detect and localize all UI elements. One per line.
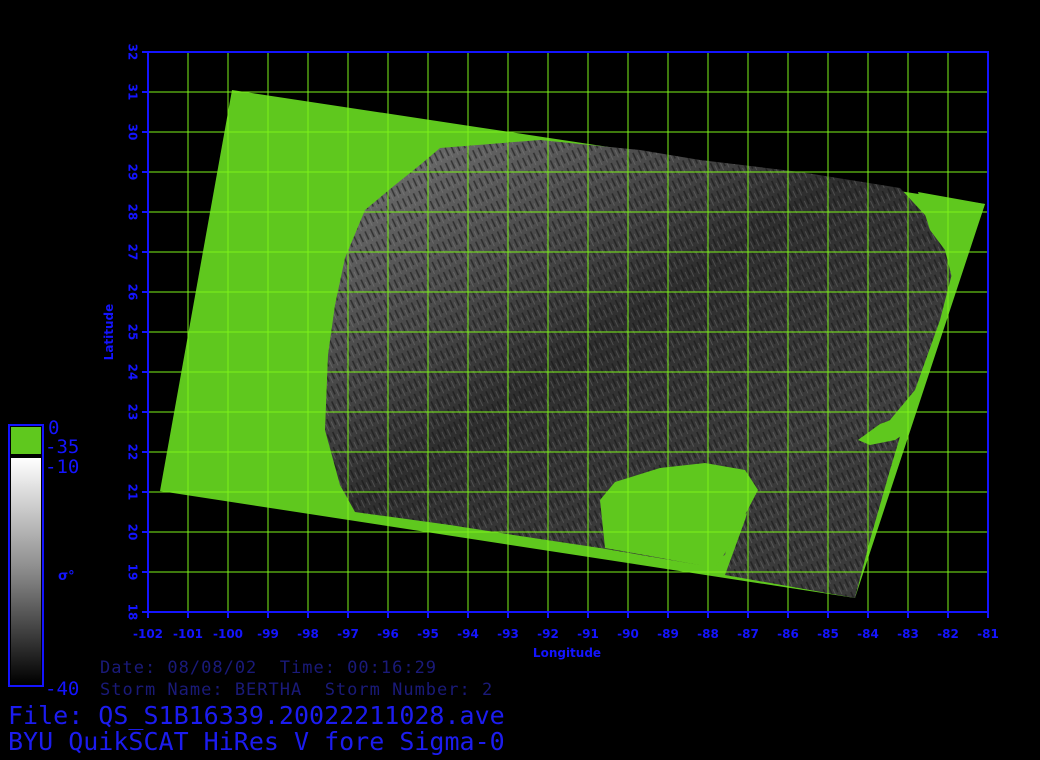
y-tick-label: 29: [126, 164, 140, 181]
y-tick-label: 18: [126, 604, 140, 621]
x-tick-label: -92: [537, 627, 559, 641]
x-axis-label: Longitude: [533, 646, 601, 660]
latitude-ticks: 18 19 20 21 22 23 24 25 26 27 28 29 30 31 32: [126, 44, 148, 621]
x-tick-label: -100: [213, 627, 243, 641]
colorbar: 0 -35 -10 -40 σ°: [8, 417, 79, 700]
x-tick-label: -86: [777, 627, 799, 641]
y-tick-label: 23: [126, 404, 140, 421]
x-tick-label: -83: [897, 627, 919, 641]
x-tick-label: -94: [457, 627, 479, 641]
file-name-line: File: QS_S1B16339.20022211028.ave: [8, 701, 505, 730]
product-line: BYU QuikSCAT HiRes V fore Sigma-0: [8, 727, 505, 756]
colorbar-label-35: -35: [45, 436, 79, 458]
x-tick-label: -88: [697, 627, 719, 641]
y-tick-label: 31: [126, 84, 140, 101]
x-tick-label: -93: [497, 627, 519, 641]
x-tick-label: -101: [173, 627, 203, 641]
colorbar-land-swatch: [11, 427, 41, 454]
colorbar-symbol: σ°: [58, 569, 75, 584]
x-tick-label: -81: [977, 627, 999, 641]
x-tick-label: -87: [737, 627, 759, 641]
colorbar-label-10: -10: [45, 456, 79, 478]
x-tick-label: -84: [857, 627, 879, 641]
x-tick-label: -85: [817, 627, 839, 641]
storm-line: Storm Name: BERTHA Storm Number: 2: [100, 680, 494, 700]
y-tick-label: 26: [126, 284, 140, 301]
x-tick-label: -91: [577, 627, 599, 641]
y-tick-label: 27: [126, 244, 140, 261]
y-tick-label: 32: [126, 44, 140, 61]
y-tick-label: 21: [126, 484, 140, 501]
y-tick-label: 19: [126, 564, 140, 581]
date-time-line: Date: 08/08/02 Time: 00:16:29: [100, 658, 438, 678]
x-tick-label: -90: [617, 627, 639, 641]
x-tick-label: -95: [417, 627, 439, 641]
x-tick-label: -98: [297, 627, 319, 641]
y-tick-label: 30: [126, 124, 140, 141]
x-tick-label: -97: [337, 627, 359, 641]
y-axis-label: Latitude: [102, 304, 116, 361]
colorbar-label-40: -40: [45, 678, 79, 700]
y-tick-label: 28: [126, 204, 140, 221]
y-tick-label: 24: [126, 364, 140, 381]
x-tick-label: -99: [257, 627, 279, 641]
sigma0-map: -102 -101 -100 -99 -98 -97 -96 -95 -94 -93 -92 -91 -…: [8, 44, 999, 700]
x-tick-label: -89: [657, 627, 679, 641]
x-tick-label: -96: [377, 627, 399, 641]
x-tick-label: -82: [937, 627, 959, 641]
y-tick-label: 20: [126, 524, 140, 541]
x-tick-label: -102: [133, 627, 163, 641]
colorbar-gradient: [11, 458, 41, 684]
y-tick-label: 22: [126, 444, 140, 461]
y-tick-label: 25: [126, 324, 140, 341]
longitude-ticks: -102 -101 -100 -99 -98 -97 -96 -95 -94 -93 -92 -91 -…: [133, 612, 999, 641]
